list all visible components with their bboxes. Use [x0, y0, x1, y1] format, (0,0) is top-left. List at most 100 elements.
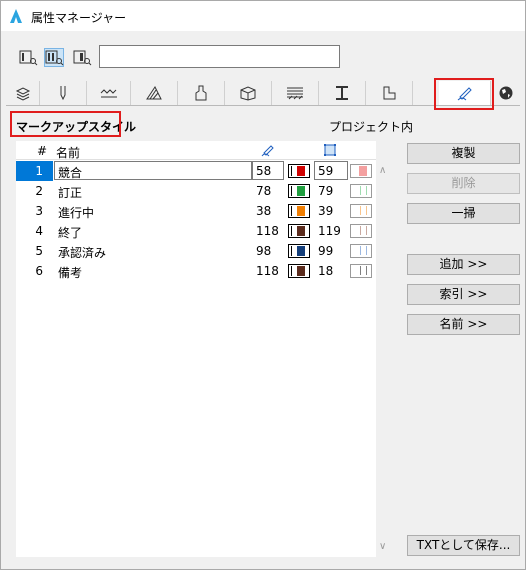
detail-view-icon [73, 50, 92, 66]
row-number-cell: 1 [16, 161, 53, 181]
pen-color-fill [297, 266, 305, 276]
purge-button[interactable]: 一掃 [407, 203, 520, 224]
bg-pen-color-fill [360, 206, 367, 215]
row-bg-pen-swatch[interactable] [350, 204, 372, 218]
header-divider [16, 159, 376, 160]
split-view-icon [45, 50, 64, 66]
tab-layers[interactable] [6, 81, 40, 105]
row-bg-pen-swatch[interactable] [350, 224, 372, 238]
table-row[interactable]: 1 競合 58 59 [16, 161, 376, 181]
pen-icon [60, 86, 66, 101]
table-row[interactable]: 2 訂正 78 79 [16, 181, 376, 201]
paint-icon [195, 85, 207, 101]
duplicate-button[interactable]: 複製 [407, 143, 520, 164]
row-number: 1 [35, 164, 43, 178]
row-name: 進行中 [58, 206, 95, 220]
row-number-cell: 3 [16, 201, 53, 221]
layers-icon [15, 87, 30, 101]
bg-pen-color-fill [360, 266, 367, 275]
row-name: 承認済み [58, 246, 107, 260]
line-type-icon [100, 89, 117, 98]
row-bg-pen-swatch[interactable] [350, 184, 372, 198]
delete-button[interactable]: 削除 [407, 173, 520, 194]
row-pen-swatch[interactable] [288, 164, 310, 178]
tab-composites[interactable] [272, 81, 319, 105]
row-pen-number: 98 [256, 244, 272, 258]
bg-pen-color-fill [360, 246, 367, 255]
heading-highlight [10, 111, 121, 137]
split-view-button[interactable] [44, 48, 64, 67]
row-name: 備考 [58, 266, 83, 280]
row-pen-number: 118 [256, 264, 279, 278]
row-number-cell: 6 [16, 261, 53, 281]
building-material-icon [240, 86, 256, 101]
column-header-pen-icon [261, 145, 274, 157]
row-number: 3 [35, 204, 43, 218]
bg-pen-color-fill [359, 166, 367, 176]
row-number-cell: 2 [16, 181, 53, 201]
window-title: 属性マネージャー [31, 11, 127, 25]
fill-icon [146, 86, 162, 100]
save-txt-button[interactable]: TXTとして保存... [407, 535, 520, 556]
scope-label: プロジェクト内 [329, 120, 414, 134]
row-pen-number: 78 [256, 184, 272, 198]
scroll-up-arrow[interactable]: ∧ [379, 165, 386, 176]
scroll-down-arrow[interactable]: ∨ [379, 541, 386, 552]
row-name-edit[interactable] [54, 161, 252, 180]
row-name: 競合 [58, 166, 83, 180]
pen-color-fill [297, 166, 305, 176]
pen-color-fill [297, 246, 305, 256]
row-number-cell: 5 [16, 241, 53, 261]
row-bg-pen-number: 119 [318, 224, 341, 238]
search-input[interactable] [99, 45, 340, 68]
list-view-icon [19, 50, 38, 66]
tab-surfaces[interactable] [178, 81, 225, 105]
tab-pens[interactable] [40, 81, 87, 105]
table-row[interactable]: 4 終了 118 119 [16, 221, 376, 241]
pen-color-fill [297, 186, 305, 196]
row-bg-pen-swatch[interactable] [350, 244, 372, 258]
row-bg-pen-number: 39 [318, 204, 334, 218]
row-name: 終了 [58, 226, 83, 240]
attribute-manager-window: 属性マネージャー マークアップスタイル プロジェクト内 # 名前 1 競合 58… [0, 0, 526, 570]
row-bg-pen-number: 99 [318, 244, 334, 258]
append-button[interactable]: 追加 >> [407, 254, 520, 275]
tab-fills[interactable] [131, 81, 178, 105]
row-number: 5 [35, 244, 43, 258]
row-pen-swatch[interactable] [288, 264, 310, 278]
tab-locations[interactable] [491, 81, 520, 105]
row-bg-pen-number: 18 [318, 264, 334, 278]
row-number: 2 [35, 184, 43, 198]
rename-button[interactable]: 名前 >> [407, 314, 520, 335]
list-view-button[interactable] [18, 48, 38, 67]
tab-zones[interactable] [366, 81, 413, 105]
tab-profiles[interactable] [319, 81, 366, 105]
row-bg-pen-swatch[interactable] [350, 264, 372, 278]
markup-style-table: # 名前 1 競合 58 59 2 訂正 78 79 3 進行中 38 39 4 終了 118 119 5 承認済… [16, 141, 376, 557]
app-icon [10, 9, 22, 23]
row-pen-swatch[interactable] [288, 184, 310, 198]
index-button[interactable]: 索引 >> [407, 284, 520, 305]
bg-pen-color-fill [360, 186, 367, 195]
row-pen-swatch[interactable] [288, 244, 310, 258]
row-pen-swatch[interactable] [288, 204, 310, 218]
globe-icon [499, 86, 512, 100]
row-bg-pen-number: 59 [318, 164, 334, 178]
profile-icon [336, 86, 348, 100]
tab-line-types[interactable] [87, 81, 131, 105]
row-pen-swatch[interactable] [288, 224, 310, 238]
row-bg-pen-swatch[interactable] [350, 164, 372, 178]
table-row[interactable]: 5 承認済み 98 99 [16, 241, 376, 261]
zone-icon [383, 86, 396, 100]
detail-view-button[interactable] [72, 48, 92, 67]
table-row[interactable]: 6 備考 118 18 [16, 261, 376, 281]
title-bar: 属性マネージャー [1, 1, 525, 31]
table-row[interactable]: 3 進行中 38 39 [16, 201, 376, 221]
row-pen-number: 118 [256, 224, 279, 238]
surface-icon [287, 87, 303, 100]
pen-color-fill [297, 206, 305, 216]
row-pen-number: 58 [256, 164, 272, 178]
bg-pen-color-fill [360, 226, 367, 235]
tab-building-materials[interactable] [225, 81, 272, 105]
column-header-bg-icon [324, 144, 336, 156]
